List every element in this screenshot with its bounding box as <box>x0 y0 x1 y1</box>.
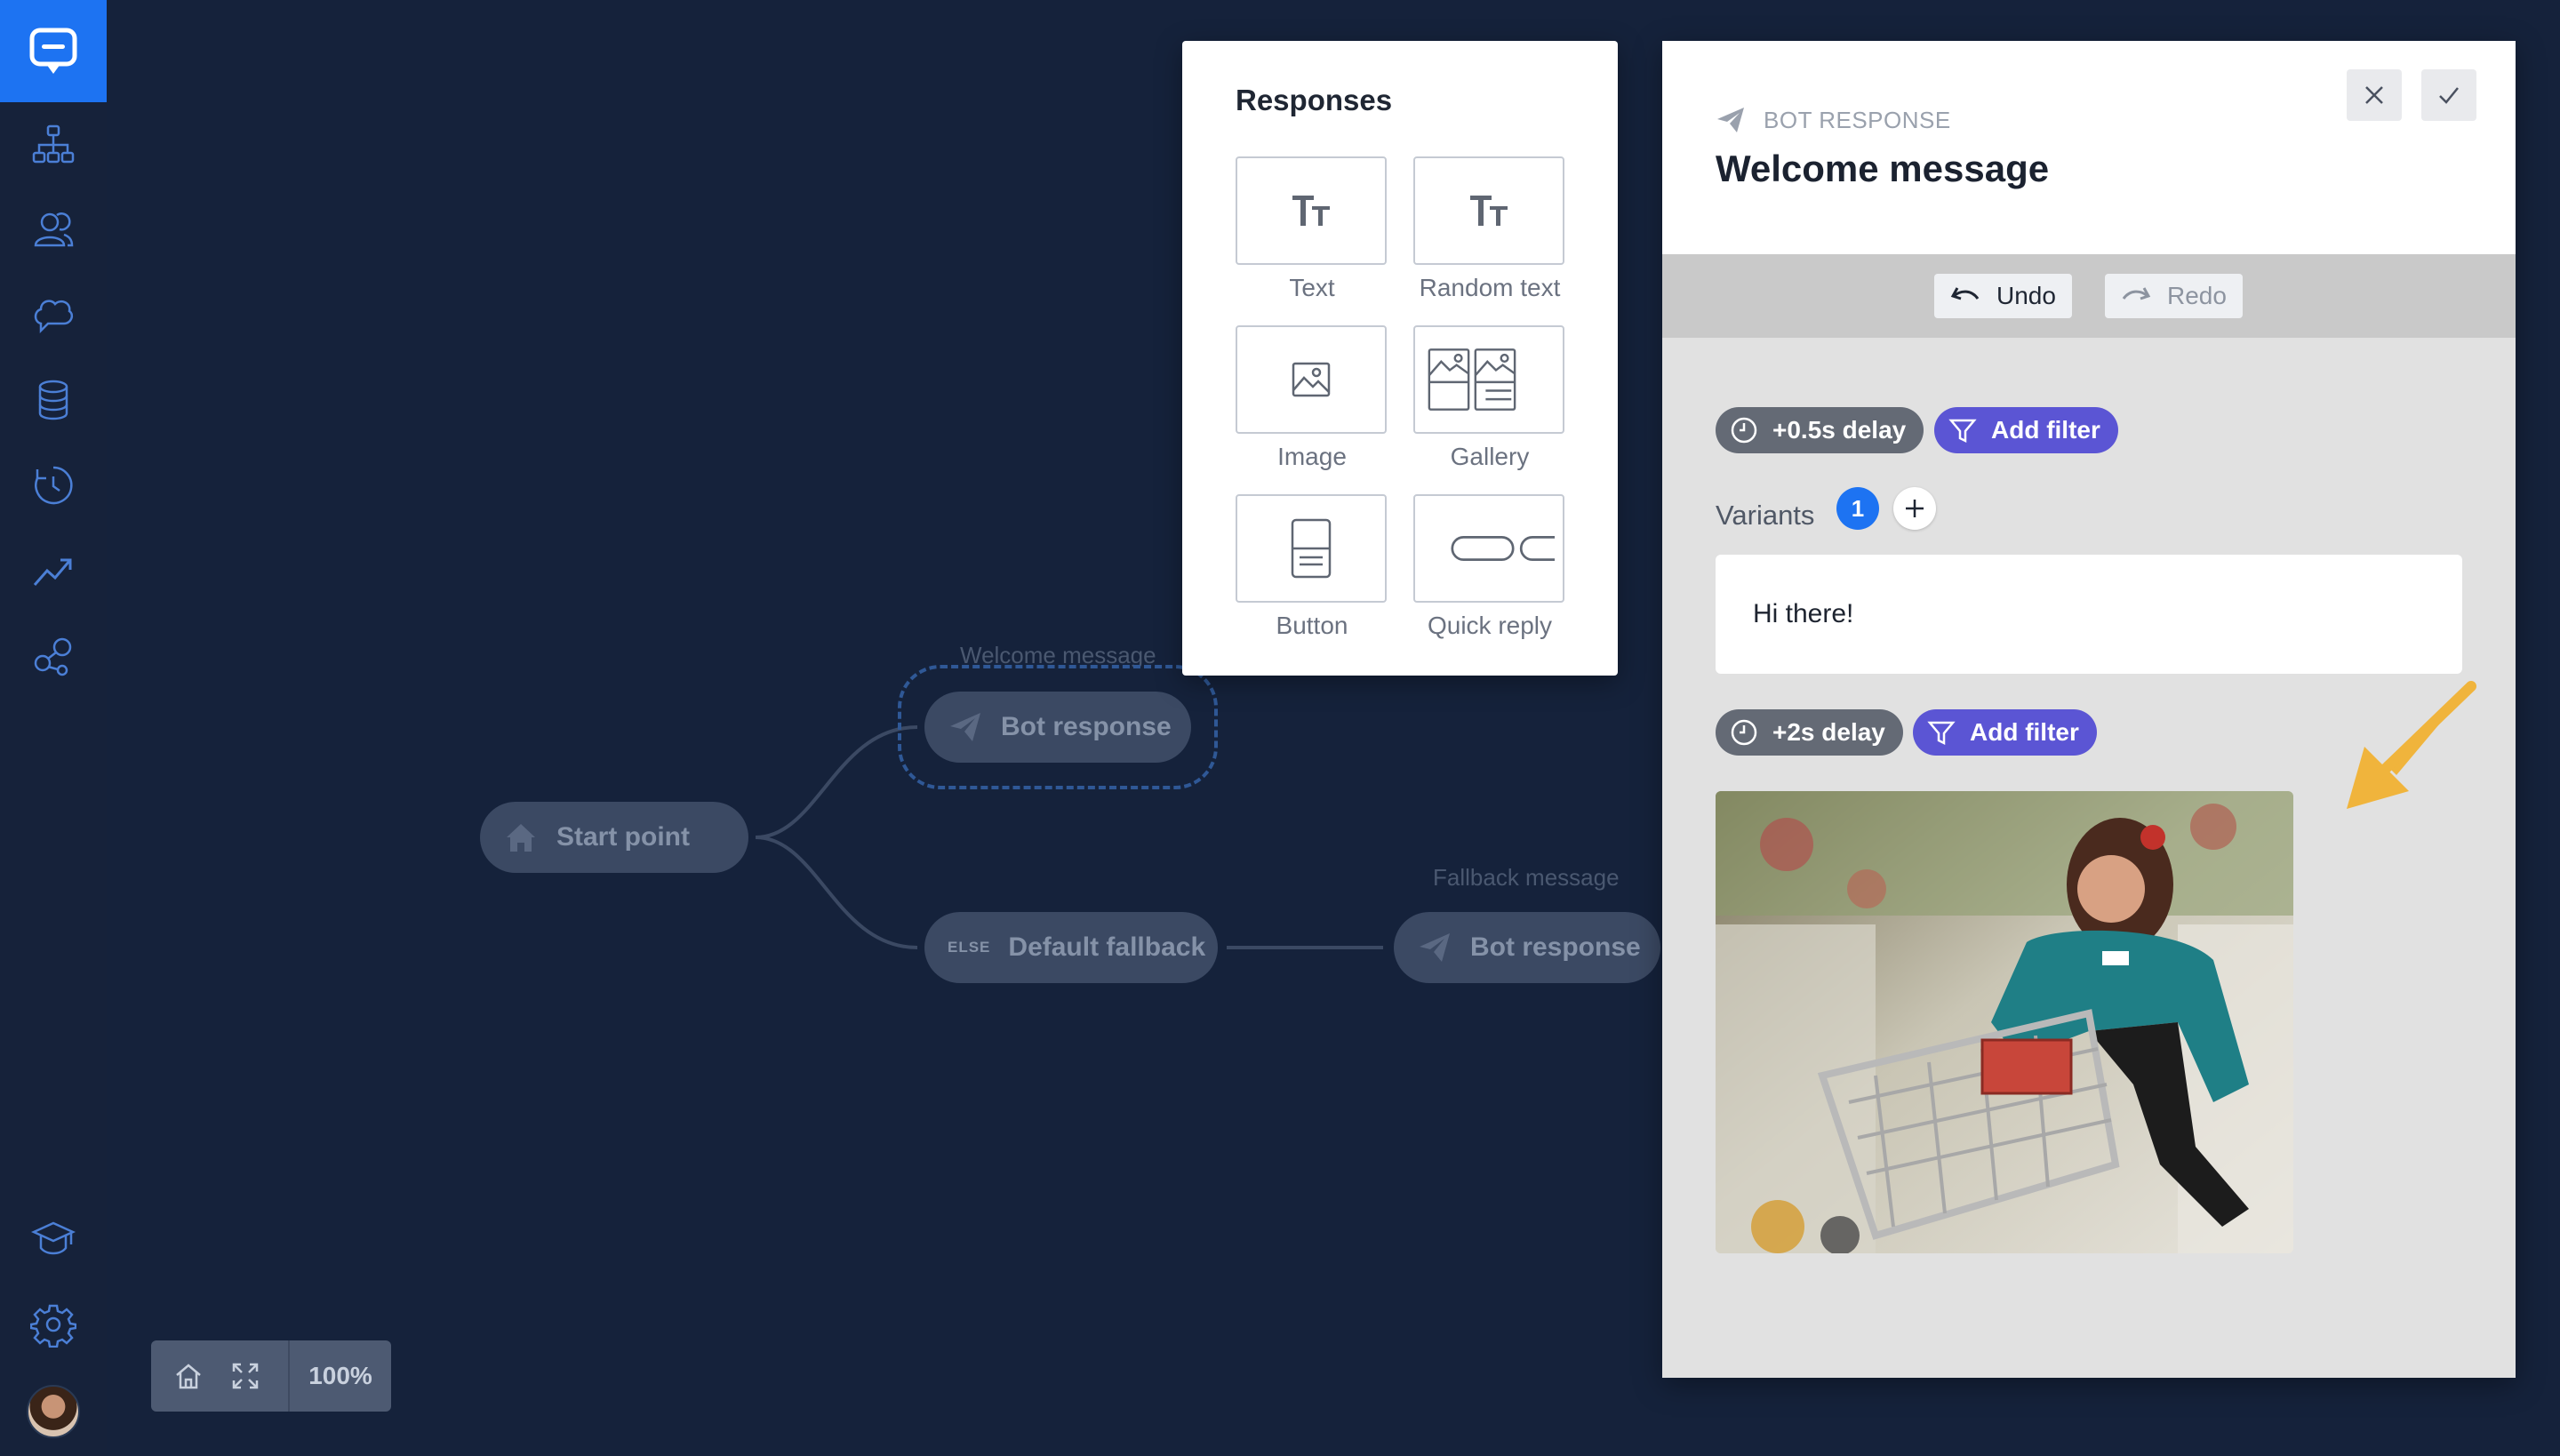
bot-response-node-fallback[interactable]: Bot response <box>1394 912 1660 983</box>
message-text-input[interactable]: Hi there! <box>1716 555 2462 674</box>
response-tile-label: Gallery <box>1450 443 1530 470</box>
redo-label: Redo <box>2167 282 2227 309</box>
expand-icon <box>232 1363 259 1389</box>
text-icon <box>1292 196 1330 226</box>
add-filter-button-1[interactable]: Add filter <box>1934 407 2118 453</box>
delay-pill-1[interactable]: +0.5s delay <box>1716 407 1924 453</box>
home-icon <box>507 824 535 852</box>
response-tile-gallery[interactable]: Gallery <box>1413 325 1566 471</box>
delay-label: +0.5s delay <box>1772 416 1907 444</box>
responses-popup: Responses Text Random text Image Gallery… <box>1182 41 1618 676</box>
paper-plane-icon <box>1420 933 1450 962</box>
nav-analytics[interactable] <box>0 528 107 613</box>
shopping-cart-photo <box>1716 791 2293 1253</box>
gallery-icon <box>1428 348 1516 411</box>
redo-button[interactable]: Redo <box>2105 274 2243 318</box>
bot-response-node-welcome[interactable]: Bot response <box>924 692 1191 763</box>
zoom-home-button[interactable] <box>160 1340 217 1412</box>
close-button[interactable] <box>2347 69 2402 121</box>
nav-training[interactable] <box>0 272 107 357</box>
home-outline-icon <box>176 1364 201 1389</box>
gif-image[interactable] <box>1716 791 2293 1253</box>
response-tile-label: Quick reply <box>1427 612 1553 639</box>
start-point-label: Start point <box>556 822 690 852</box>
variant-tab-1[interactable]: 1 <box>1836 487 1879 530</box>
users-icon <box>34 212 74 247</box>
variants-label: Variants <box>1716 500 1815 531</box>
user-avatar[interactable] <box>27 1385 80 1438</box>
graduation-cap-icon <box>30 1221 76 1255</box>
nav-data[interactable] <box>0 357 107 443</box>
fit-screen-button[interactable] <box>217 1340 274 1412</box>
add-variant-button[interactable] <box>1893 487 1936 530</box>
panel-subtitle: BOT RESPONSE <box>1716 105 1951 135</box>
clock-history-icon <box>35 466 73 505</box>
bot-response-label: Bot response <box>1001 712 1172 741</box>
clock-icon <box>1731 719 1757 746</box>
plus-icon <box>1906 500 1924 517</box>
delay-label: +2s delay <box>1772 718 1885 746</box>
paper-plane-icon <box>1717 108 1744 132</box>
sidebar <box>0 0 107 1456</box>
quick-reply-icon <box>1451 536 1555 561</box>
nav-integrations[interactable] <box>0 613 107 699</box>
fallback-message-label: Fallback message <box>1433 864 1620 891</box>
check-icon <box>2439 87 2459 104</box>
panel-subtitle-text: BOT RESPONSE <box>1764 106 1951 133</box>
nav-stories[interactable] <box>0 101 107 187</box>
random-text-icon <box>1470 196 1508 226</box>
undo-redo-bar <box>1662 254 2516 338</box>
brain-bubble-icon <box>34 300 74 334</box>
close-icon <box>2365 86 2383 104</box>
add-filter-button-2[interactable]: Add filter <box>1913 709 2097 756</box>
undo-button[interactable]: Undo <box>1934 274 2072 318</box>
default-fallback-label: Default fallback <box>1008 932 1206 962</box>
panel-header: BOT RESPONSE Welcome message <box>1662 41 2516 254</box>
clock-icon <box>1731 417 1757 444</box>
bot-response-label: Bot response <box>1470 932 1641 962</box>
nav-history[interactable] <box>0 443 107 528</box>
delay-pill-2[interactable]: +2s delay <box>1716 709 1903 756</box>
app-logo[interactable] <box>0 0 107 102</box>
nav-audience[interactable] <box>0 187 107 272</box>
image-icon <box>1292 362 1331 397</box>
gear-icon <box>30 1304 76 1348</box>
response-tile-random-text[interactable]: Random text <box>1413 156 1566 302</box>
hint-arrow-icon <box>2347 681 2476 809</box>
add-filter-label: Add filter <box>1991 416 2100 444</box>
button-icon <box>1291 518 1332 579</box>
database-icon <box>38 380 68 420</box>
response-tile-button[interactable]: Button <box>1236 494 1388 640</box>
integration-nodes-icon <box>34 637 72 676</box>
nav-settings[interactable] <box>0 1282 107 1367</box>
filter-icon <box>1948 419 1977 444</box>
response-tile-quick-reply[interactable]: Quick reply <box>1413 494 1566 640</box>
bot-response-panel: BOT RESPONSE Welcome message Undo Redo +… <box>1662 41 2516 1378</box>
filter-icon <box>1927 721 1956 746</box>
responses-title: Responses <box>1236 84 1393 116</box>
paper-plane-icon <box>950 713 980 741</box>
undo-label: Undo <box>1996 282 2056 309</box>
chat-logo-icon <box>29 28 77 74</box>
response-tile-text[interactable]: Text <box>1236 156 1388 302</box>
flow-tree-icon <box>32 124 75 164</box>
undo-icon <box>1950 287 1980 300</box>
confirm-button[interactable] <box>2421 69 2476 121</box>
response-tile-label: Button <box>1276 612 1348 639</box>
default-fallback-node[interactable]: ELSE Default fallback <box>924 912 1218 983</box>
zoom-controls: 100% <box>151 1340 391 1412</box>
response-tile-label: Text <box>1289 274 1335 301</box>
response-tile-image[interactable]: Image <box>1236 325 1388 471</box>
panel-title: Welcome message <box>1716 148 2050 189</box>
else-tag: ELSE <box>948 939 991 956</box>
redo-icon <box>2122 287 2151 300</box>
zoom-level: 100% <box>308 1362 372 1389</box>
nav-academy[interactable] <box>0 1196 107 1282</box>
trend-chart-icon <box>33 558 72 586</box>
response-tile-label: Image <box>1277 443 1347 470</box>
start-point-node[interactable]: Start point <box>480 802 748 873</box>
response-tile-label: Random text <box>1419 274 1561 301</box>
add-filter-label: Add filter <box>1970 718 2079 746</box>
